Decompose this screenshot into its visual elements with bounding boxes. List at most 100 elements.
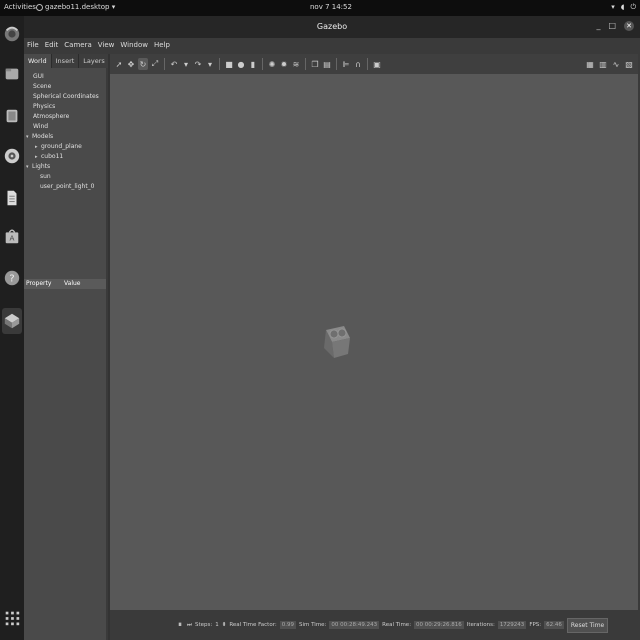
svg-text:?: ? [9,274,14,285]
power-icon: ⏻ [630,3,636,11]
tree-item-label: sun [40,173,51,180]
rhythmbox-icon[interactable] [2,146,22,166]
reset-time-button[interactable]: Reset Time [566,617,609,633]
tree-item[interactable]: ▸ cubo11 [24,152,106,162]
apps-grid-icon[interactable] [2,608,22,628]
steps-value[interactable]: 1 [215,622,219,628]
toolbar-separator [305,58,306,70]
snap-icon[interactable]: ∩ [353,58,363,70]
app-menu[interactable]: gazebo11.desktop ▾ [36,3,115,11]
tab-world[interactable]: World [24,54,52,68]
software-icon[interactable]: A [2,226,22,246]
cube-model[interactable] [322,324,352,360]
maximize-button[interactable]: □ [608,21,616,31]
cylinder-shape-icon[interactable]: ▮ [248,58,258,70]
redo-icon[interactable]: ↷ [193,58,203,70]
plot-icon[interactable]: ∿ [611,58,621,70]
gazebo-icon[interactable] [2,308,22,334]
files-icon[interactable] [2,64,22,84]
tree-item[interactable]: ▾ Lights [24,162,106,172]
tree-item[interactable]: user_point_light_0 [24,182,106,192]
tree-item-label: Models [32,133,54,140]
time-panel: ⏸ ⏭ Steps: 1 ⬍ Real Time Factor: 0.99 Si… [110,610,638,640]
gear-icon [36,3,43,11]
tree-item[interactable]: Physics [24,102,106,112]
network-icon: ▾ [611,3,615,11]
copy-icon[interactable]: ❐ [310,58,320,70]
tree-item[interactable]: ▾ Models [24,132,106,142]
menu-help[interactable]: Help [154,41,170,49]
point-light-icon[interactable]: ✺ [267,58,277,70]
volume-icon: ◖ [620,3,625,11]
gazebo-window: Gazebo _ □ ✕ File Edit Camera View Windo… [24,16,640,640]
svg-text:A: A [10,234,15,243]
help-icon[interactable]: ? [2,268,22,288]
steps-label: Steps: [194,622,213,628]
tree-item-label: Wind [33,123,49,130]
menu-window[interactable]: Window [120,41,148,49]
toolbar-separator [164,58,165,70]
tab-insert[interactable]: Insert [51,54,80,68]
tree-item[interactable]: Spherical Coordinates [24,92,106,102]
select-mode-icon[interactable]: ➚ [114,58,124,70]
align-icon[interactable]: ⊫ [341,58,351,70]
tree-item-label: ground_plane [41,143,82,150]
real-time-label: Real Time: [382,622,412,628]
tree-item[interactable]: Atmosphere [24,112,106,122]
redo-dropdown-icon[interactable]: ▾ [205,58,215,70]
log-icon[interactable]: ▥ [598,58,608,70]
change-view-icon[interactable]: ▣ [372,58,382,70]
rotate-mode-icon[interactable]: ↻ [138,58,148,70]
sim-time-label: Sim Time: [298,622,327,628]
toolbar-separator [219,58,220,70]
top-bar: Activities gazebo11.desktop ▾ nov 7 14:5… [0,0,640,16]
undo-dropdown-icon[interactable]: ▾ [181,58,191,70]
tree-item[interactable]: sun [24,172,106,182]
toolbar-separator [262,58,263,70]
sim-time-value: 00 00:28:49.243 [329,621,380,629]
spot-light-icon[interactable]: ✹ [279,58,289,70]
firefox-icon[interactable] [2,24,22,44]
tree-item-label: Spherical Coordinates [33,93,99,100]
value-column-header: Value [64,280,81,287]
menu-bar: File Edit Camera View Window Help [24,38,640,52]
tree-item[interactable]: ▸ ground_plane [24,142,106,152]
property-column-header: Property [26,280,52,287]
step-icon[interactable]: ⏭ [187,622,192,629]
document-icon[interactable] [2,188,22,208]
tree-item[interactable]: Wind [24,122,106,132]
video-record-icon[interactable]: ▧ [624,58,634,70]
activities-button[interactable]: Activities [4,3,36,11]
tab-layers[interactable]: Layers [79,54,110,68]
real-time-value: 00 00:29:26.816 [414,621,464,629]
translate-mode-icon[interactable]: ✥ [126,58,136,70]
screenshot-icon[interactable]: ▦ [585,58,595,70]
directional-light-icon[interactable]: ≋ [291,58,301,70]
property-header: Property Value [24,279,106,289]
title-bar[interactable]: Gazebo _ □ ✕ [24,16,640,38]
minimize-button[interactable]: _ [596,21,600,31]
left-panel: World Insert Layers GUI Scene Spherical Co… [24,54,110,640]
toolbar-separator [367,58,368,70]
3d-viewport[interactable] [110,74,638,610]
close-button[interactable]: ✕ [624,21,634,31]
menu-camera[interactable]: Camera [64,41,91,49]
steps-stepper-icon[interactable]: ⬍ [222,622,227,628]
paste-icon[interactable]: ▤ [322,58,332,70]
scale-mode-icon[interactable]: ⤢ [150,58,160,70]
menu-file[interactable]: File [27,41,39,49]
pause-button[interactable]: ⏸ [178,620,182,630]
tree-item[interactable]: Scene [24,82,106,92]
menu-view[interactable]: View [98,41,115,49]
sphere-shape-icon[interactable]: ● [236,58,246,70]
menu-edit[interactable]: Edit [45,41,59,49]
tree-item[interactable]: GUI [24,72,106,82]
toolbar-separator [336,58,337,70]
undo-icon[interactable]: ↶ [169,58,179,70]
iterations-value: 1729243 [497,621,527,629]
dock: A ? [0,16,24,640]
clock[interactable]: nov 7 14:52 [310,3,352,11]
storage-icon[interactable] [2,106,22,126]
box-shape-icon[interactable]: ■ [224,58,234,70]
system-tray[interactable]: ▾ ◖ ⏻ [611,3,636,12]
